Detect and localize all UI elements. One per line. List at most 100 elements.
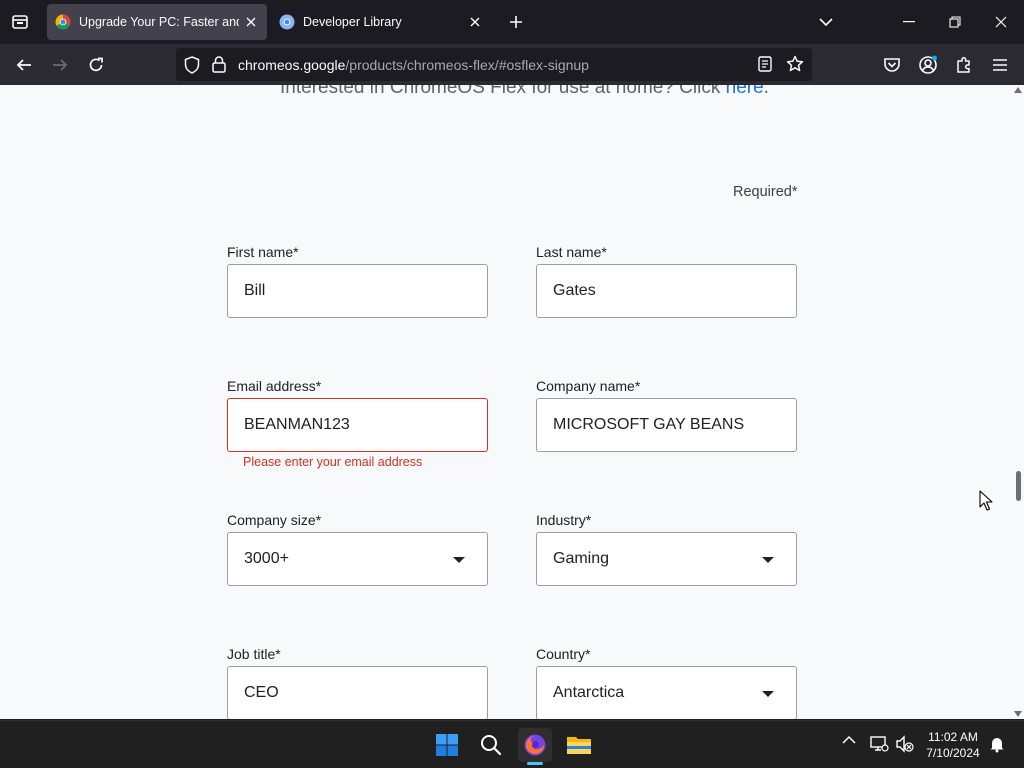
start-button[interactable] bbox=[430, 728, 464, 762]
network-status[interactable] bbox=[869, 735, 889, 753]
search-icon bbox=[481, 735, 502, 756]
last-name-label: Last name* bbox=[536, 244, 607, 260]
company-size-select[interactable]: 3000+ bbox=[227, 532, 488, 586]
puzzle-piece-icon bbox=[957, 56, 970, 73]
home-use-period: . bbox=[763, 85, 769, 98]
firefox-view-icon bbox=[12, 15, 28, 29]
back-button[interactable] bbox=[9, 50, 39, 80]
forward-button[interactable] bbox=[45, 50, 75, 80]
firefox-taskbar-button[interactable] bbox=[518, 728, 552, 762]
pocket-button[interactable] bbox=[881, 54, 903, 76]
close-tab-button[interactable] bbox=[243, 14, 259, 30]
home-use-text: Interested in ChromeOS Flex for use at h… bbox=[280, 85, 726, 98]
clock-date: 7/10/2024 bbox=[926, 746, 980, 760]
chromeos-favicon-icon bbox=[279, 14, 295, 30]
account-button[interactable] bbox=[917, 54, 939, 76]
scroll-down-arrow-icon[interactable] bbox=[1014, 711, 1022, 717]
scroll-up-arrow-icon[interactable] bbox=[1014, 87, 1022, 93]
notifications-button[interactable] bbox=[988, 735, 1006, 753]
company-size-value: 3000+ bbox=[244, 550, 289, 567]
restore-button[interactable] bbox=[932, 0, 978, 44]
country-value: Antarctica bbox=[553, 684, 625, 701]
file-explorer-icon bbox=[567, 737, 591, 754]
reader-view-icon[interactable] bbox=[758, 56, 772, 72]
country-label: Country* bbox=[536, 646, 591, 662]
tab-developer-library[interactable]: Developer Library bbox=[271, 4, 491, 40]
arrow-left-icon bbox=[16, 59, 31, 71]
arrow-right-icon bbox=[53, 59, 68, 71]
running-indicator bbox=[527, 762, 543, 765]
app-menu-button[interactable] bbox=[989, 54, 1011, 76]
first-name-input[interactable]: Bill bbox=[227, 264, 488, 318]
url-domain: chromeos.google bbox=[238, 57, 346, 73]
dropdown-arrow-icon bbox=[453, 557, 465, 563]
email-label: Email address* bbox=[227, 378, 322, 394]
file-explorer-button[interactable] bbox=[562, 728, 596, 762]
last-name-input[interactable]: Gates bbox=[536, 264, 797, 318]
job-title-label: Job title* bbox=[227, 646, 281, 662]
taskbar-search-button[interactable] bbox=[474, 728, 508, 762]
chrome-favicon-icon bbox=[55, 14, 71, 30]
page-viewport: Interested in ChromeOS Flex for use at h… bbox=[0, 85, 1024, 719]
home-use-notice: Interested in ChromeOS Flex for use at h… bbox=[280, 85, 769, 99]
tab-upgrade-your-pc[interactable]: Upgrade Your PC: Faster and More Secure bbox=[47, 4, 267, 40]
windows-taskbar: 11:02 AM 7/10/2024 bbox=[0, 720, 1024, 768]
navigation-toolbar: chromeos.google/products/chromeos-flex/#… bbox=[0, 44, 1024, 85]
required-note: Required* bbox=[733, 184, 798, 200]
dropdown-arrow-icon bbox=[762, 557, 774, 563]
pocket-icon bbox=[884, 58, 900, 72]
restore-icon bbox=[949, 16, 961, 28]
home-use-link[interactable]: here bbox=[726, 85, 764, 98]
volume-status[interactable] bbox=[895, 735, 915, 753]
tab-title: Upgrade Your PC: Faster and More Secure bbox=[79, 15, 239, 29]
mouse-cursor-icon bbox=[979, 490, 993, 511]
reload-button[interactable] bbox=[81, 50, 111, 80]
close-icon bbox=[470, 17, 480, 27]
list-all-tabs-button[interactable] bbox=[812, 8, 840, 36]
dropdown-arrow-icon bbox=[762, 691, 774, 697]
lock-icon[interactable] bbox=[212, 56, 226, 73]
minimize-icon bbox=[903, 21, 915, 23]
tracking-protection-shield-icon[interactable] bbox=[184, 56, 200, 74]
email-value: BEANMAN123 bbox=[244, 416, 350, 433]
company-name-input[interactable]: MICROSOFT GAY BEANS bbox=[536, 398, 797, 452]
clock-time: 11:02 AM bbox=[928, 730, 978, 744]
industry-select[interactable]: Gaming bbox=[536, 532, 797, 586]
firefox-icon bbox=[524, 734, 546, 756]
notification-bell-icon bbox=[990, 738, 1004, 753]
plus-icon bbox=[510, 16, 522, 28]
hamburger-menu-icon bbox=[993, 59, 1007, 71]
close-window-button[interactable] bbox=[978, 0, 1024, 44]
address-bar[interactable]: chromeos.google/products/chromeos-flex/#… bbox=[176, 48, 812, 81]
bookmark-star-icon[interactable] bbox=[786, 55, 804, 73]
new-tab-button[interactable] bbox=[502, 8, 530, 36]
extensions-button[interactable] bbox=[953, 54, 975, 76]
job-title-input[interactable]: CEO bbox=[227, 666, 488, 719]
url-text[interactable]: chromeos.google/products/chromeos-flex/#… bbox=[238, 57, 589, 73]
show-hidden-icons-button[interactable] bbox=[842, 735, 856, 745]
email-input[interactable]: BEANMAN123 bbox=[227, 398, 488, 452]
system-clock[interactable]: 11:02 AM 7/10/2024 bbox=[918, 729, 988, 761]
company-name-label: Company name* bbox=[536, 378, 641, 394]
scrollbar-thumb[interactable] bbox=[1016, 471, 1021, 501]
chevron-up-icon bbox=[842, 735, 856, 744]
firefox-view-button[interactable] bbox=[6, 8, 34, 36]
url-path: /products/chromeos-flex/#osflex-signup bbox=[345, 57, 589, 73]
job-title-value: CEO bbox=[244, 684, 279, 701]
first-name-value: Bill bbox=[244, 282, 266, 299]
chevron-down-icon bbox=[819, 18, 833, 27]
windows-start-icon bbox=[436, 734, 458, 756]
first-name-label: First name* bbox=[227, 244, 299, 260]
close-tab-button[interactable] bbox=[467, 14, 483, 30]
industry-label: Industry* bbox=[536, 512, 592, 528]
close-icon bbox=[246, 17, 256, 27]
industry-value: Gaming bbox=[553, 550, 610, 567]
network-icon bbox=[870, 736, 889, 752]
company-size-label: Company size* bbox=[227, 512, 322, 528]
country-select[interactable]: Antarctica bbox=[536, 666, 797, 719]
page-scrollbar[interactable] bbox=[1012, 85, 1024, 719]
last-name-value: Gates bbox=[553, 282, 596, 299]
minimize-button[interactable] bbox=[886, 0, 932, 44]
tab-strip: Upgrade Your PC: Faster and More Secure … bbox=[0, 0, 1024, 44]
tab-title: Developer Library bbox=[303, 15, 402, 29]
